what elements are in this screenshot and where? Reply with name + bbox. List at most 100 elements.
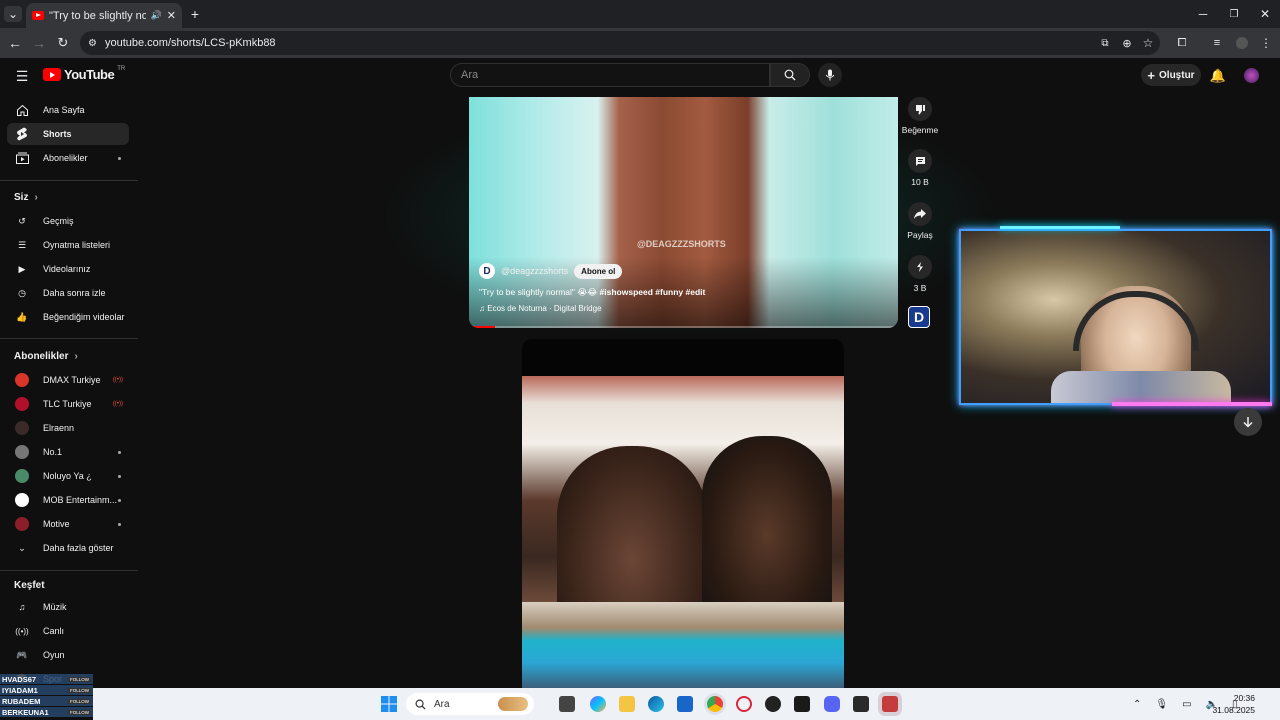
- network-icon[interactable]: ▭: [1182, 699, 1191, 710]
- account-avatar[interactable]: [1243, 67, 1259, 83]
- comments-button[interactable]: 10 B: [900, 149, 940, 187]
- share-button[interactable]: Paylaş: [900, 202, 940, 240]
- bookmark-star-icon[interactable]: ☆: [1141, 35, 1155, 51]
- search-icon: [784, 69, 796, 81]
- next-short-preview[interactable]: [522, 339, 844, 688]
- chrome-menu-icon[interactable]: ⋮: [1259, 35, 1273, 51]
- sound-channel-thumbnail[interactable]: D: [908, 306, 930, 328]
- media-controls-icon[interactable]: ≡: [1210, 35, 1224, 51]
- address-bar[interactable]: ⚙ youtube.com/shorts/LCS-pKmkb88: [80, 31, 1160, 55]
- channel-avatar[interactable]: D: [479, 263, 495, 279]
- chrome-icon[interactable]: [707, 696, 723, 712]
- channel-avatar: [15, 397, 29, 411]
- sidebar-item-subscriptions[interactable]: Abonelikler: [7, 147, 129, 169]
- channel-handle[interactable]: @deagzzzshorts: [501, 266, 568, 276]
- short-hashtags[interactable]: #ishowspeed #funny #edit: [600, 287, 706, 297]
- sidebar-item-label: Shorts: [43, 129, 72, 139]
- youtube-logo[interactable]: YouTube TR: [43, 65, 126, 82]
- sidebar-item-music[interactable]: ♫ Müzik: [7, 596, 129, 618]
- follow-tag: FOLLOW: [67, 698, 91, 704]
- sidebar-item-playlists[interactable]: ☰ Oynatma listeleri: [7, 234, 129, 256]
- sidebar-item-noluyo-ya[interactable]: Noluyo Ya ¿: [7, 465, 129, 487]
- zoom-icon[interactable]: ⊕: [1120, 35, 1134, 51]
- new-content-dot: [118, 474, 121, 478]
- sidebar-item-shorts[interactable]: Shorts: [7, 123, 129, 145]
- chevron-up-icon[interactable]: ⌃: [1133, 699, 1141, 710]
- opera-icon[interactable]: [736, 696, 752, 712]
- notifications-bell-icon[interactable]: 🔔: [1210, 68, 1226, 84]
- video-progress-bar[interactable]: [469, 326, 898, 328]
- sidebar-item-label: Videolarınız: [43, 264, 91, 274]
- sidebar-item-label: Müzik: [43, 602, 67, 612]
- discord-icon[interactable]: [824, 696, 840, 712]
- close-tab-icon[interactable]: ✕: [167, 9, 176, 22]
- sidebar-item-elraenn[interactable]: Elraenn: [7, 417, 129, 439]
- section-you[interactable]: Siz ›: [14, 192, 38, 203]
- dislike-button[interactable]: Beğenme: [900, 97, 940, 135]
- taskbar-search[interactable]: Ara: [406, 693, 534, 715]
- sidebar-item-motive[interactable]: Motive: [7, 513, 129, 535]
- chevron-down-icon: ⌄: [18, 542, 26, 553]
- search-icon: [415, 699, 426, 710]
- sidebar-item-dmax-turkiye[interactable]: DMAX Turkiye ((•)): [7, 369, 129, 391]
- close-window-button[interactable]: ✕: [1258, 6, 1272, 22]
- extensions-icon[interactable]: ⧠: [1175, 35, 1189, 51]
- app-icon-dark[interactable]: [765, 696, 781, 712]
- search-input[interactable]: Ara: [450, 63, 770, 87]
- sidebar-item-mob-entertainment[interactable]: MOB Entertainm...: [7, 489, 129, 511]
- next-short-button[interactable]: [1234, 408, 1262, 436]
- music-row[interactable]: ♫ Ecos de Noturna · Digital Bridge: [479, 304, 602, 313]
- remix-button[interactable]: 3 B: [900, 255, 940, 293]
- progress-fill: [469, 326, 495, 328]
- new-content-dot: [118, 498, 121, 502]
- app-icon-green[interactable]: [794, 696, 810, 712]
- sidebar-item-gaming[interactable]: 🎮 Oyun: [7, 644, 129, 666]
- sidebar-item-watch-later[interactable]: ◷ Daha sonra izle: [7, 282, 129, 304]
- active-app-icon[interactable]: [882, 696, 898, 712]
- share-label: Paylaş: [907, 230, 933, 240]
- hamburger-menu-icon[interactable]: ☰: [14, 68, 30, 84]
- site-info-icon[interactable]: ⚙: [88, 38, 97, 49]
- epic-games-icon[interactable]: [853, 696, 869, 712]
- sidebar-item-no1[interactable]: No.1: [7, 441, 129, 463]
- windows-start-icon[interactable]: [381, 696, 397, 712]
- sidebar-item-home[interactable]: Ana Sayfa: [7, 99, 129, 121]
- logo-text: YouTube: [64, 67, 115, 82]
- new-tab-button[interactable]: +: [188, 6, 202, 22]
- show-more-button[interactable]: ⌄ Daha fazla göster: [7, 537, 129, 559]
- subscribe-button[interactable]: Abone ol: [574, 263, 623, 279]
- reload-icon[interactable]: ↻: [56, 35, 70, 51]
- restore-button[interactable]: ❐: [1227, 6, 1241, 22]
- search-button[interactable]: [770, 63, 810, 87]
- forward-icon[interactable]: →: [32, 35, 46, 51]
- edge-icon[interactable]: [648, 696, 664, 712]
- sidebar-item-live[interactable]: ((•)) Canlı: [7, 620, 129, 642]
- task-view-icon[interactable]: [559, 696, 575, 712]
- profile-avatar[interactable]: [1235, 35, 1249, 51]
- microphone-icon[interactable]: 🎙: [1155, 699, 1168, 710]
- browser-toolbar: ← → ↻ ⚙ youtube.com/shorts/LCS-pKmkb88 ⧉…: [0, 28, 1280, 58]
- file-explorer-icon[interactable]: [619, 696, 635, 712]
- taskbar-clock[interactable]: 20:36 31.08.2025: [1197, 692, 1255, 716]
- install-app-icon[interactable]: ⧉: [1098, 35, 1112, 51]
- sidebar-item-your-videos[interactable]: ▶ Videolarınız: [7, 258, 129, 280]
- back-icon[interactable]: ←: [8, 35, 22, 51]
- youtube-favicon-icon: [32, 11, 44, 20]
- minimize-button[interactable]: ─: [1196, 6, 1210, 22]
- speaker-icon[interactable]: 🔊: [151, 10, 162, 21]
- country-code: TR: [117, 65, 126, 72]
- sidebar-item-history[interactable]: ↺ Geçmiş: [7, 210, 129, 232]
- store-icon[interactable]: [677, 696, 693, 712]
- sidebar-item-label: MOB Entertainm...: [43, 495, 118, 505]
- voice-search-button[interactable]: [818, 63, 842, 87]
- sidebar-item-liked-videos[interactable]: 👍 Beğendiğim videolar: [7, 306, 129, 328]
- create-button[interactable]: + Oluştur: [1141, 64, 1201, 86]
- short-video-player[interactable]: @DEAGZZZSHORTS D @deagzzzshorts Abone ol…: [469, 97, 898, 328]
- live-icon: ((•)): [112, 401, 123, 407]
- browser-tab[interactable]: "Try to be slightly normal" 😭😂 🔊 ✕: [26, 3, 182, 28]
- tab-search-button[interactable]: ⌄: [4, 6, 22, 22]
- section-subscriptions[interactable]: Abonelikler ›: [14, 351, 78, 362]
- short-title[interactable]: "Try to be slightly normal" 😭😂 #ishowspe…: [479, 287, 705, 298]
- sidebar-item-tlc-turkiye[interactable]: TLC Turkiye ((•)): [7, 393, 129, 415]
- copilot-icon[interactable]: [590, 696, 606, 712]
